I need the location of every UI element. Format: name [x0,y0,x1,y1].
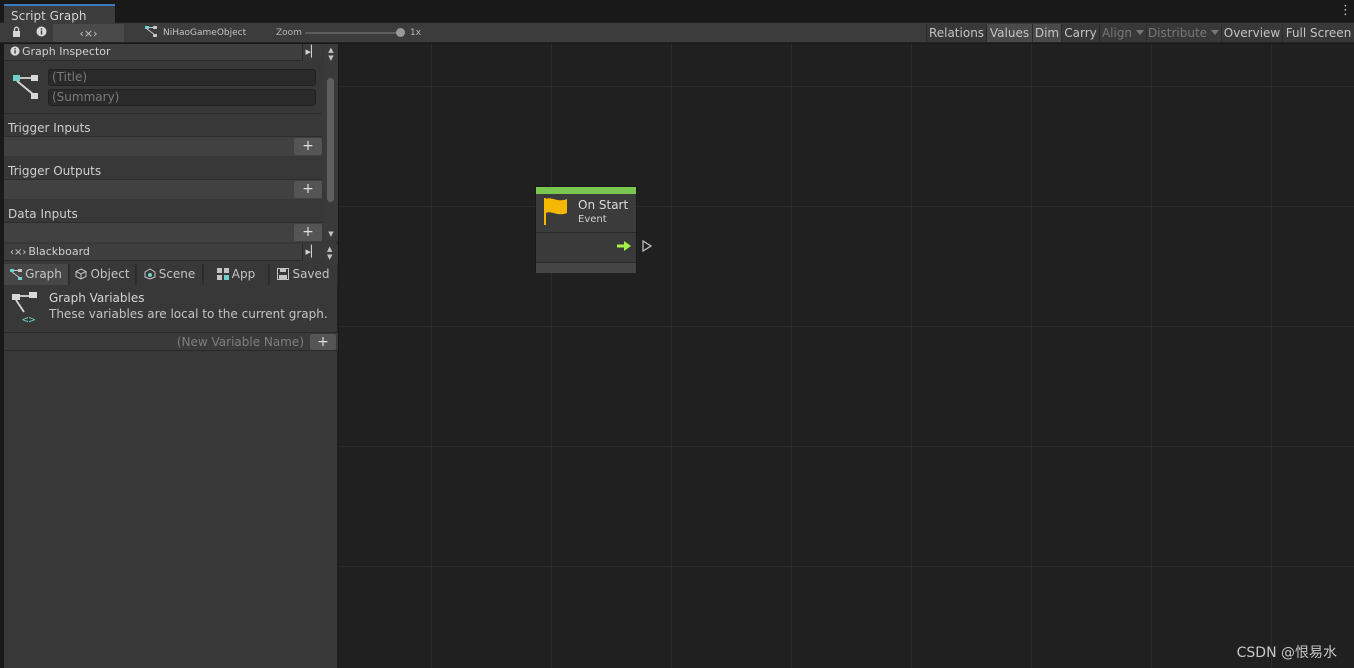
svg-text:<>: <> [22,313,36,324]
graph-variables-description: These variables are local to the current… [49,307,328,321]
node-accent-bar [536,187,636,194]
left-sidebar: Graph Inspector ▸▏ (Title) (Summary) Tri… [4,44,338,668]
inspector-scrollbar[interactable]: ▲ ▼ ▼ [324,44,338,241]
zoom-slider-track[interactable] [305,32,403,34]
zoom-label: Zoom [276,28,302,38]
blackboard-tabs: Graph Object Scene App Saved [4,264,338,285]
add-variable-button[interactable]: + [310,334,336,350]
align-caret-icon [1136,30,1145,35]
window-tab-strip: Script Graph ⋮ [0,0,1354,23]
cube-icon [75,268,87,280]
tab-saved-label: Saved [292,267,330,281]
node-body [536,233,636,262]
graph-summary-field[interactable]: (Summary) [48,89,316,106]
watermark: CSDN @恨易水 [1236,645,1337,661]
graph-inspector-header: Graph Inspector ▸▏ [4,44,322,61]
carry-button[interactable]: Carry [1061,24,1099,42]
tab-graph-label: Graph [25,267,62,281]
new-variable-name-input[interactable]: (New Variable Name) [177,335,304,349]
scrollbar-thumb[interactable] [327,78,334,202]
add-data-input-button[interactable]: + [294,224,322,241]
app-icon [216,268,229,280]
node-subtitle: Event [578,214,607,225]
graph-icon [10,269,23,280]
graph-toolbar: ‹×› NiHaoGameObject Zoom 1x Relations Va… [0,23,1354,43]
tab-saved[interactable]: Saved [270,264,338,285]
relations-button[interactable]: Relations [926,24,986,42]
dim-button[interactable]: Dim [1032,24,1061,42]
values-button[interactable]: Values [986,24,1032,42]
blackboard-scroll-arrows[interactable]: ▲ ▼ [324,244,338,264]
tab-object[interactable]: Object [70,264,136,285]
scroll-up-arrow-icon[interactable]: ▼ [327,54,335,62]
flag-icon [543,197,569,229]
node-footer [536,262,636,273]
trigger-outputs-label: Trigger Outputs [8,164,102,178]
graph-inspector-icon [13,74,39,103]
data-inputs-list: + [4,222,322,242]
graph-inspector-title: Graph Inspector [22,45,111,58]
node-header: On Start Event [536,194,636,233]
tab-graph[interactable]: Graph [4,264,69,285]
tab-app[interactable]: App [204,264,269,285]
distribute-dropdown[interactable]: Distribute [1146,24,1220,42]
trigger-output-arrow-icon [617,240,631,254]
save-icon [277,268,290,280]
trigger-inputs-label: Trigger Inputs [8,121,91,135]
on-start-node[interactable]: On Start Event [535,186,637,273]
trigger-inputs-list: + [4,136,322,156]
trigger-output-port-icon[interactable] [642,239,653,255]
node-title: On Start [578,198,629,212]
lock-icon[interactable] [6,24,26,42]
variables-icon: ‹×› [79,27,98,40]
add-trigger-input-button[interactable]: + [294,138,322,155]
info-icon [10,46,20,56]
info-icon[interactable] [31,24,51,42]
distribute-label: Distribute [1147,26,1208,40]
variables-toggle-button[interactable]: ‹×› [53,24,124,42]
pin-panel-icon[interactable]: ▸▏ [302,244,322,261]
blackboard-title: Blackboard [28,245,90,258]
pin-panel-icon[interactable]: ▸▏ [302,44,322,61]
tab-scene-label: Scene [158,267,196,281]
graph-canvas[interactable] [339,44,1354,668]
new-variable-row: (New Variable Name) + [4,332,338,351]
tab-scene[interactable]: Scene [137,264,203,285]
scroll-down-arrow-icon[interactable]: ▼ [327,230,335,238]
divider [4,113,322,114]
overview-button[interactable]: Overview [1221,24,1282,42]
data-inputs-label: Data Inputs [8,207,78,221]
scroll-up-arrow-icon[interactable]: ▲ [327,245,332,253]
tab-object-label: Object [90,267,130,281]
add-trigger-output-button[interactable]: + [294,181,322,198]
scroll-top-arrow-icon[interactable]: ▲ [327,46,335,54]
more-options-icon[interactable]: ⋮ [1339,4,1352,18]
scene-icon [144,268,156,280]
align-label: Align [1101,26,1133,40]
blackboard-header: ‹×› Blackboard ▸▏ [4,244,322,261]
graph-variables-icon: <> [12,292,42,327]
full-screen-button[interactable]: Full Screen [1282,24,1354,42]
variables-icon: ‹×› [10,247,27,258]
tab-script-graph[interactable]: Script Graph [4,4,115,23]
graph-icon [145,26,157,37]
breadcrumb-label: NiHaoGameObject [163,28,247,38]
trigger-outputs-list: + [4,179,322,199]
graph-variables-title: Graph Variables [49,291,145,305]
zoom-slider-handle[interactable] [396,28,405,37]
tab-app-label: App [231,267,256,281]
distribute-caret-icon [1211,30,1220,35]
scroll-down-arrow-icon[interactable]: ▼ [327,253,332,261]
graph-title-field[interactable]: (Title) [48,69,316,86]
zoom-value: 1x [410,28,422,38]
align-dropdown[interactable]: Align [1099,24,1146,42]
breadcrumb[interactable]: NiHaoGameObject [145,23,246,43]
